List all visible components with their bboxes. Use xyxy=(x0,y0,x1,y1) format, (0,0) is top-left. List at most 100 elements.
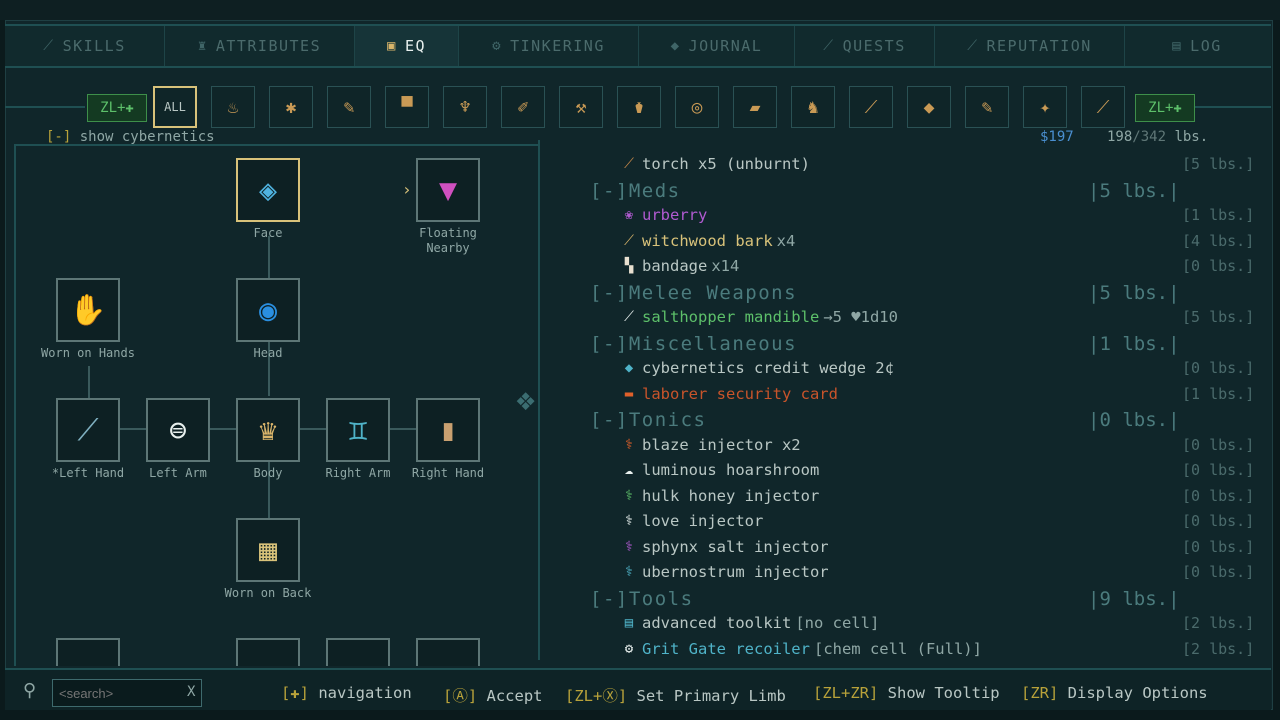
inventory-list: ⟋ torch x5 (unburnt) [5 lbs.] [-]Meds |5 lbs… xyxy=(590,140,1270,662)
inventory-item[interactable]: ⟋ torch x5 (unburnt) [5 lbs.] xyxy=(590,152,1270,176)
category-header[interactable]: [-]Tonics |0 lbs.| xyxy=(590,408,1270,432)
filter-icon[interactable]: ✎ xyxy=(327,86,371,128)
category-name: Tools xyxy=(628,587,694,610)
filter-icon[interactable]: ⟋ xyxy=(1081,86,1125,128)
tab-attributes[interactable]: ♜ ATTRIBUTES xyxy=(165,26,355,66)
item-weight: [2 lbs.] xyxy=(1182,639,1255,658)
tab-skills[interactable]: ⟋ SKILLS xyxy=(5,26,165,66)
slot-floating-nearby[interactable]: ▼ xyxy=(416,158,480,222)
inventory-item[interactable]: ⚙ Grit Gate recoiler [chem cell (Full)] [2… xyxy=(590,637,1270,661)
inventory-item[interactable]: ⚕ sphynx salt injector [0 lbs.] xyxy=(590,535,1270,559)
item-entry: ⚕ sphynx salt injector xyxy=(620,538,829,556)
filter-icon[interactable]: ⚱ xyxy=(617,86,661,128)
inventory-item[interactable]: ☁ luminous hoarshroom [0 lbs.] xyxy=(590,458,1270,482)
item-name: cybernetics credit wedge 2¢ xyxy=(642,359,894,377)
category-header[interactable]: [-]Tools |9 lbs.| xyxy=(590,587,1270,611)
item-icon: ⚙ xyxy=(624,640,634,657)
tab-log[interactable]: ▤ LOG xyxy=(1125,26,1269,66)
category-name: Melee Weapons xyxy=(628,281,798,304)
item-entry: ▚ bandage x14 xyxy=(620,257,740,275)
category-weight: |5 lbs.| xyxy=(1088,179,1180,202)
attributes-icon: ♜ xyxy=(197,38,208,54)
filter-bar: ZL+✚ ALL ♨ ✱ ✎ ▀ ♆ ✐ ⚒ ⚱ ◎ ▰ ♞ ⟋ ◆ ✎ ✦ ⟋… xyxy=(5,84,1271,128)
item-weight: [1 lbs.] xyxy=(1182,206,1255,224)
clear-search-button[interactable]: X xyxy=(187,684,195,700)
slot-right-hand[interactable]: ▮ xyxy=(416,398,480,462)
search-input[interactable] xyxy=(52,679,202,707)
category-header[interactable]: [-]Melee Weapons |5 lbs.| xyxy=(590,281,1270,305)
filter-icon[interactable]: ✎ xyxy=(965,86,1009,128)
category-title: [-]Tonics xyxy=(590,409,706,431)
inventory-item[interactable]: ❀ urberry [1 lbs.] xyxy=(590,203,1270,227)
item-name: luminous hoarshroom xyxy=(642,461,820,479)
item-icon: ⚕ xyxy=(624,538,634,555)
inventory-item[interactable]: ⟋ witchwood bark x4 [4 lbs.] xyxy=(590,229,1270,253)
filter-icon[interactable]: ✦ xyxy=(1023,86,1067,128)
item-suffix: [no cell] xyxy=(795,614,880,632)
window-top-bar xyxy=(0,0,1280,20)
slot-label: Worn on Back xyxy=(224,586,312,600)
category-header[interactable]: [-]Miscellaneous |1 lbs.| xyxy=(590,332,1270,356)
filter-icon[interactable]: ♞ xyxy=(791,86,835,128)
slot-body[interactable]: ♛ xyxy=(236,398,300,462)
slot-worn-on-back[interactable]: ▦ xyxy=(236,518,300,582)
filter-icon[interactable]: ⚒ xyxy=(559,86,603,128)
slot-head[interactable]: ◉ xyxy=(236,278,300,342)
inventory-item[interactable]: ⚕ blaze injector x2 [0 lbs.] xyxy=(590,433,1270,457)
item-weight: [2 lbs.] xyxy=(1182,614,1255,632)
inventory-item[interactable]: ⚕ hulk honey injector [0 lbs.] xyxy=(590,484,1270,508)
slot-worn-on-hands[interactable]: ✋ xyxy=(56,278,120,342)
zl-prev-button[interactable]: ZL+✚ xyxy=(87,94,147,122)
tab-reputation[interactable]: ⟋ REPUTATION xyxy=(935,26,1125,66)
filter-icon[interactable]: ✱ xyxy=(269,86,313,128)
tab-journal[interactable]: ◆ JOURNAL xyxy=(639,26,795,66)
inventory-item[interactable]: ▚ bandage x14 [0 lbs.] xyxy=(590,254,1270,278)
item-icon: ▚ xyxy=(624,258,634,274)
slot-face[interactable]: ◈ xyxy=(236,158,300,222)
category-header[interactable]: [-]Meds |5 lbs.| xyxy=(590,179,1270,203)
item-entry: ⚙ Grit Gate recoiler [chem cell (Full)] xyxy=(620,640,982,658)
collapse-toggle: [-] xyxy=(590,587,629,610)
filter-icon[interactable]: ⟋ xyxy=(849,86,893,128)
category-name: Miscellaneous xyxy=(628,332,798,355)
slot-label: Right Arm xyxy=(325,466,391,480)
tab-tinkering[interactable]: ⚙ TINKERING xyxy=(459,26,639,66)
chevron-right-icon: › xyxy=(402,180,412,199)
collapse-toggle: [-] xyxy=(590,179,629,202)
slot-partial[interactable] xyxy=(326,638,390,666)
helmet-icon: ◈ xyxy=(258,172,278,208)
inventory-item[interactable]: ⚕ love injector [0 lbs.] xyxy=(590,509,1270,533)
zl-next-button[interactable]: ZL+✚ xyxy=(1135,94,1195,122)
filter-all[interactable]: ALL xyxy=(153,86,197,128)
slot-left-arm[interactable]: ⊜ xyxy=(146,398,210,462)
filter-icon[interactable]: ◆ xyxy=(907,86,951,128)
filter-icon[interactable]: ♆ xyxy=(443,86,487,128)
filter-icon[interactable]: ✐ xyxy=(501,86,545,128)
filter-icon[interactable]: ◎ xyxy=(675,86,719,128)
tab-eq[interactable]: ▣ EQ xyxy=(355,26,459,66)
category-weight: |9 lbs.| xyxy=(1088,587,1180,610)
slot-left-hand[interactable]: ⟋ xyxy=(56,398,120,462)
inventory-item[interactable]: ⚕ ubernostrum injector [0 lbs.] xyxy=(590,560,1270,584)
slot-right-arm[interactable]: ♊ xyxy=(326,398,390,462)
item-name: laborer security card xyxy=(642,384,838,403)
inventory-item[interactable]: ▤ advanced toolkit [no cell] [2 lbs.] xyxy=(590,611,1270,635)
item-entry: ⚕ love injector xyxy=(620,512,764,530)
filter-icon[interactable]: ♨ xyxy=(211,86,255,128)
inventory-item[interactable]: ▬ laborer security card [1 lbs.] xyxy=(590,382,1270,406)
filter-icon[interactable]: ▀ xyxy=(385,86,429,128)
category-title: [-]Meds xyxy=(590,180,681,202)
tab-quests[interactable]: ⟋ QUESTS xyxy=(795,26,935,66)
emblem-icon: ❖ xyxy=(516,380,536,418)
show-cybernetics-toggle[interactable]: [-] show cybernetics xyxy=(46,129,215,145)
inventory-item[interactable]: ⟋ salthopper mandible →5 ♥1d10 [5 lbs.] xyxy=(590,305,1270,329)
slot-empty[interactable] xyxy=(56,638,120,666)
item-name: Grit Gate recoiler xyxy=(642,639,810,658)
item-name: bandage xyxy=(642,257,708,275)
item-weight: [0 lbs.] xyxy=(1182,512,1255,530)
slot-partial[interactable] xyxy=(416,638,480,666)
head-icon: ◉ xyxy=(258,292,278,328)
inventory-item[interactable]: ◆ cybernetics credit wedge 2¢ [0 lbs.] xyxy=(590,356,1270,380)
filter-icon[interactable]: ▰ xyxy=(733,86,777,128)
slot-partial[interactable] xyxy=(236,638,300,666)
